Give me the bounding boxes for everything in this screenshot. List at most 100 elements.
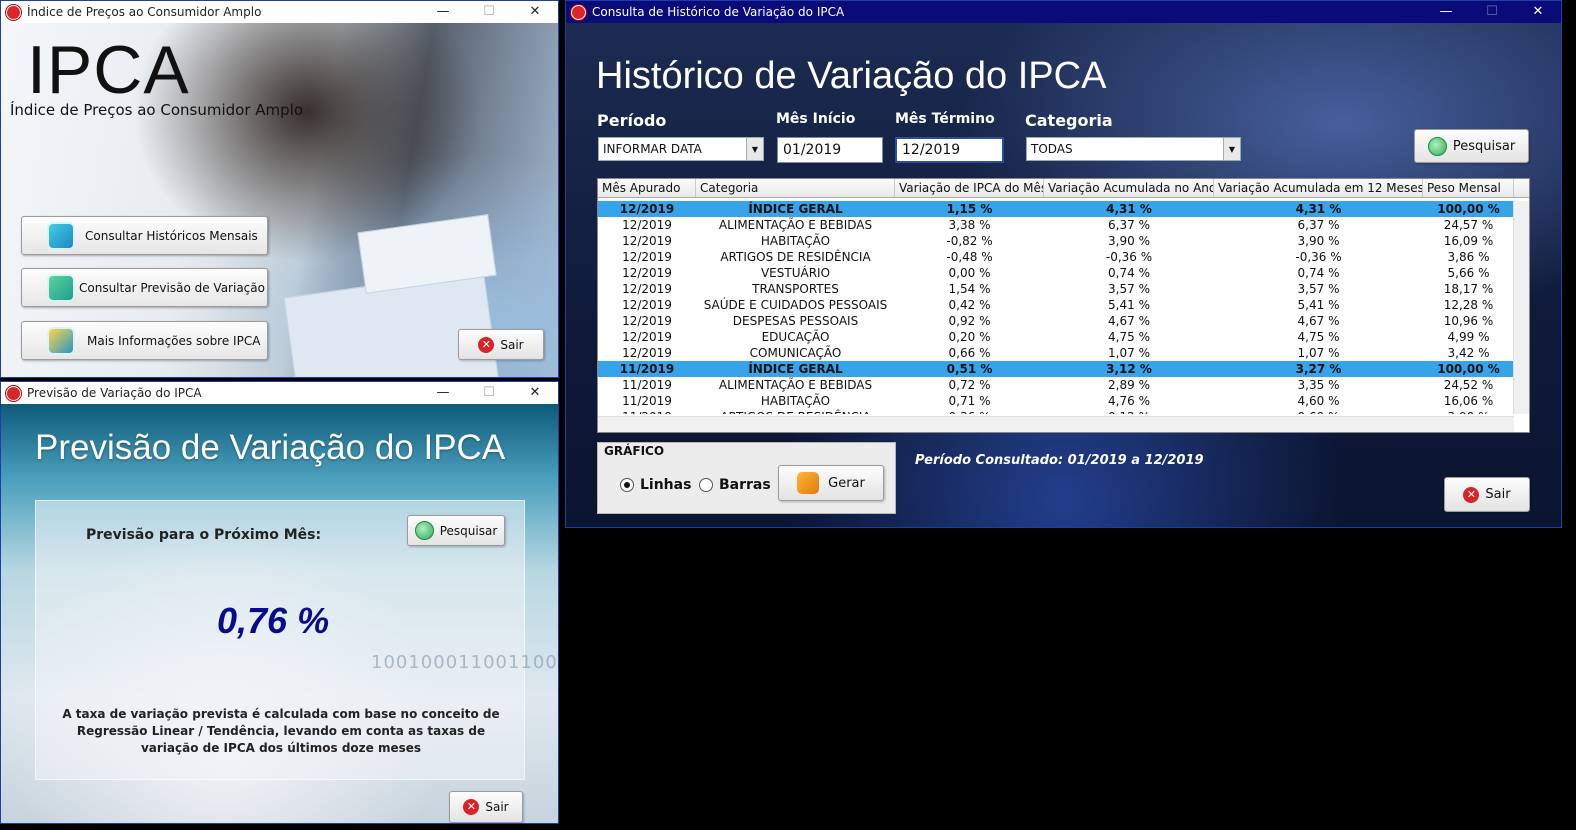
app-icon	[571, 4, 586, 20]
table-cell: 12/2019	[622, 250, 672, 264]
table-body: 12/2019 ÍNDICE GERAL 1,15 % 4,31 % 4,31 % 100…	[598, 201, 1514, 414]
forecast-search-button[interactable]: Pesquisar	[407, 515, 505, 546]
close-icon[interactable]: ✕	[512, 1, 558, 23]
column-header[interactable]: Variação de IPCA do Mês	[895, 179, 1044, 197]
table-row[interactable]: 12/2019 ÍNDICE GERAL 1,15 % 4,31 % 4,31 % 100…	[598, 201, 1514, 217]
table-cell: 3,90 %	[1297, 234, 1340, 248]
table-row[interactable]: 12/2019 EDUCAÇÃO 0,20 % 4,75 % 4,75 % 4,99 %	[598, 329, 1514, 345]
column-header[interactable]: Peso Mensal	[1423, 179, 1514, 197]
history-heading: Histórico de Variação do IPCA	[596, 55, 1107, 97]
exit-button-label: Sair	[500, 337, 524, 352]
maximize-icon[interactable]: ☐	[1469, 1, 1515, 23]
maximize-icon[interactable]: ☐	[466, 382, 512, 404]
generate-button[interactable]: Gerar	[778, 465, 884, 501]
close-icon[interactable]: ✕	[512, 382, 558, 404]
close-icon[interactable]: ✕	[1515, 1, 1561, 23]
forecast-window-client: Previsão de Variação do IPCA Previsão pa…	[1, 404, 558, 823]
table-cell: EDUCAÇÃO	[761, 330, 830, 344]
forecast-label: Previsão para o Próximo Mês:	[86, 527, 322, 543]
historico-button[interactable]: Consultar Históricos Mensais	[21, 216, 268, 255]
table-cell: 3,27 %	[1295, 362, 1342, 376]
table-cell: 3,35 %	[1297, 378, 1340, 392]
table-row[interactable]: 11/2019 ÍNDICE GERAL 0,51 % 3,12 % 3,27 % 100…	[598, 361, 1514, 377]
periodo-consultado: Período Consultado: 01/2019 a 12/2019	[915, 453, 1204, 468]
table-cell: 4,67 %	[1108, 314, 1150, 328]
history-search-label: Pesquisar	[1452, 138, 1516, 154]
lines-radio[interactable]: Linhas	[620, 477, 691, 493]
bars-radio[interactable]: Barras	[699, 477, 771, 493]
info-button-label: Mais Informações sobre IPCA	[87, 333, 261, 348]
table-cell: ÍNDICE GERAL	[748, 202, 843, 216]
table-cell: 3,90 %	[1423, 409, 1514, 414]
categoria-select[interactable]: TODAS ▼	[1026, 137, 1241, 161]
table-row[interactable]: 11/2019 ALIMENTAÇÃO E BEBIDAS 0,72 % 2,89 %…	[598, 377, 1514, 393]
table-cell: 12/2019	[622, 282, 672, 296]
table-cell: 4,60 %	[1297, 394, 1340, 408]
exit-button[interactable]: ✕ Sair	[458, 329, 544, 360]
table-cell: 4,31 %	[1295, 202, 1342, 216]
forecast-window: Previsão de Variação do IPCA — ☐ ✕ Previ…	[0, 381, 559, 824]
background-binary-text: 10010001100110011	[371, 652, 558, 673]
column-header[interactable]: Mês Apurado	[598, 179, 696, 197]
table-cell: ALIMENTAÇÃO E BEBIDAS	[718, 378, 873, 392]
vertical-scrollbar[interactable]	[1513, 201, 1529, 414]
table-row[interactable]: 12/2019 ALIMENTAÇÃO E BEBIDAS 3,38 % 6,37 %…	[598, 217, 1514, 233]
table-cell: 12/2019	[622, 330, 672, 344]
table-cell: -0,48 %	[946, 250, 993, 264]
table-row[interactable]: 12/2019 HABITAÇÃO -0,82 % 3,90 % 3,90 % 16,09…	[598, 233, 1514, 249]
table-cell: 100,00 %	[1437, 362, 1500, 376]
table-cell: HABITAÇÃO	[760, 394, 831, 408]
table-cell: 12/2019	[622, 298, 672, 312]
generate-button-label: Gerar	[828, 475, 865, 491]
exit-button[interactable]: ✕ Sair	[449, 791, 523, 823]
mes-inicio-input[interactable]: 01/2019	[777, 137, 883, 163]
table-cell: ALIMENTAÇÃO E BEBIDAS	[718, 218, 873, 232]
table-row[interactable]: 12/2019 DESPESAS PESSOAIS 0,92 % 4,67 % 4,67…	[598, 313, 1514, 329]
table-row[interactable]: 12/2019 SAÚDE E CUIDADOS PESSOAIS 0,42 % 5,…	[598, 297, 1514, 313]
history-window: Consulta de Histórico de Variação do IPC…	[565, 0, 1562, 528]
chevron-down-icon[interactable]: ▼	[746, 138, 763, 160]
history-search-button[interactable]: Pesquisar	[1414, 129, 1529, 163]
table-cell: 24,57 %	[1443, 218, 1494, 232]
radio-unchecked-icon[interactable]	[699, 478, 713, 492]
exit-button[interactable]: ✕ Sair	[1444, 477, 1530, 512]
table-cell: 16,06 %	[1443, 394, 1494, 408]
column-header[interactable]: Categoria	[696, 179, 895, 197]
table-row[interactable]: 12/2019 VESTUÁRIO 0,00 % 0,74 % 0,74 % 5,66 %	[598, 265, 1514, 281]
main-window-titlebar[interactable]: Índice de Preços ao Consumidor Amplo — ☐…	[1, 1, 558, 23]
history-window-titlebar[interactable]: Consulta de Histórico de Variação do IPC…	[566, 1, 1561, 23]
info-button[interactable]: Mais Informações sobre IPCA	[21, 321, 268, 360]
table-cell: 4,99 %	[1447, 330, 1490, 344]
table-row[interactable]: 11/2019 HABITAÇÃO 0,71 % 4,76 % 4,60 % 16,06 …	[598, 393, 1514, 409]
table-row[interactable]: 12/2019 TRANSPORTES 1,54 % 3,57 % 3,57 % 18,1…	[598, 281, 1514, 297]
window-title: Previsão de Variação do IPCA	[27, 386, 202, 400]
forecast-window-titlebar[interactable]: Previsão de Variação do IPCA — ☐ ✕	[1, 382, 558, 404]
periodo-label: Período	[597, 111, 667, 130]
minimize-icon[interactable]: —	[1423, 1, 1469, 23]
radio-checked-icon[interactable]	[620, 478, 634, 492]
history-table[interactable]: Mês Apurado Categoria Variação de IPCA d…	[597, 178, 1530, 433]
table-cell: 11/2019	[619, 362, 675, 376]
table-cell: -0,82 %	[946, 234, 993, 248]
maximize-icon[interactable]: ☐	[466, 1, 512, 23]
mes-termino-input[interactable]: 12/2019	[895, 137, 1004, 163]
previsao-button[interactable]: Consultar Previsão de Variação	[21, 268, 268, 307]
minimize-icon[interactable]: —	[420, 1, 466, 23]
close-circle-icon: ✕	[1463, 486, 1480, 503]
historico-button-label: Consultar Históricos Mensais	[85, 228, 258, 243]
horizontal-scrollbar[interactable]	[598, 416, 1514, 432]
table-cell: 0,66 %	[948, 346, 991, 360]
periodo-select[interactable]: INFORMAR DATA ▼	[598, 137, 764, 161]
history-window-client: Histórico de Variação do IPCA Período IN…	[566, 23, 1561, 527]
info-icon	[49, 328, 73, 353]
column-header[interactable]: Variação Acumulada no Ano	[1044, 179, 1214, 197]
minimize-icon[interactable]: —	[420, 382, 466, 404]
table-row[interactable]: 12/2019 COMUNICAÇÃO 0,66 % 1,07 % 1,07 % 3,42…	[598, 345, 1514, 361]
exit-button-label: Sair	[1485, 487, 1511, 502]
column-header[interactable]: Variação Acumulada em 12 Meses	[1214, 179, 1423, 197]
table-cell: HABITAÇÃO	[760, 234, 831, 248]
table-cell: 0,74 %	[1297, 266, 1340, 280]
table-row[interactable]: 11/2019ARTIGOS DE RESIDÊNCIA0,36 %0,12 %…	[598, 409, 1514, 414]
chevron-down-icon[interactable]: ▼	[1223, 138, 1240, 160]
table-row[interactable]: 12/2019 ARTIGOS DE RESIDÊNCIA -0,48 % -0,36…	[598, 249, 1514, 265]
